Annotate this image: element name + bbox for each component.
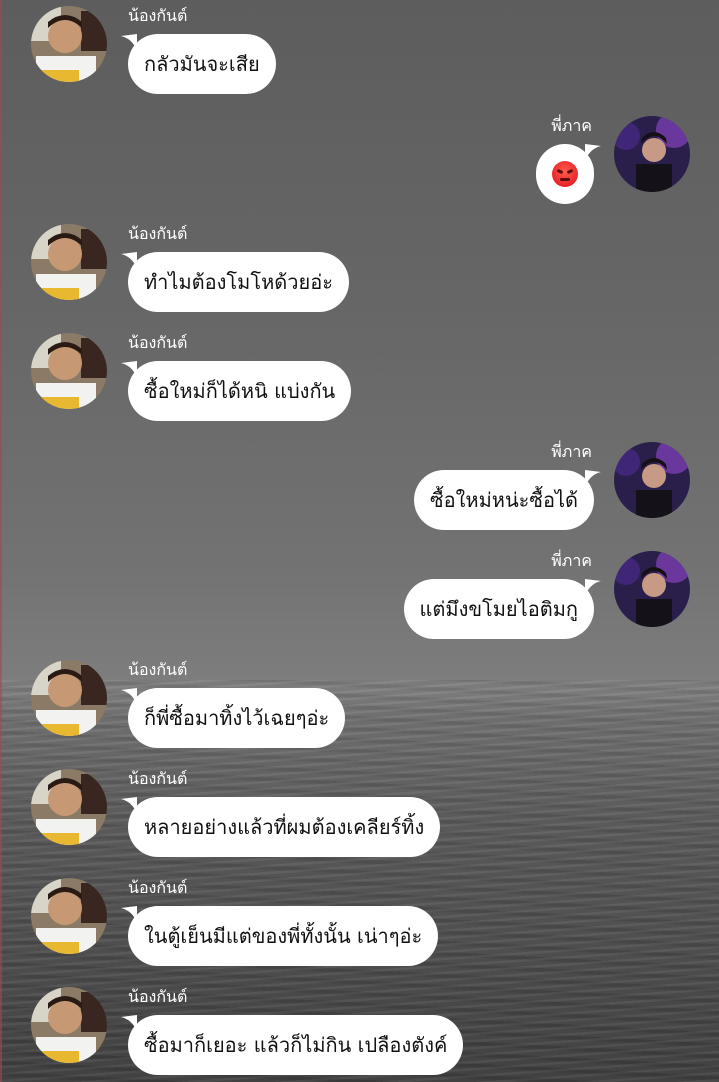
sender-name: พี่ภาค: [551, 551, 592, 570]
bubble-tail: [121, 1015, 137, 1031]
avatar-friend-photo: [31, 6, 107, 82]
message-bubble[interactable]: แต่มึงขโมยไอติมกู: [403, 579, 601, 639]
avatar-friend-photo: [31, 660, 107, 736]
message-text: แต่มึงขโมยไอติมกู: [419, 597, 579, 621]
bubble-tail: [121, 361, 137, 377]
bubble-tail: [121, 252, 137, 268]
bubble-tail: [121, 34, 137, 50]
window-edge: [0, 0, 2, 1082]
bubble-tail: [121, 797, 137, 813]
avatar-friend-photo: [31, 878, 107, 954]
sender-name: น้องกันต์: [128, 660, 188, 679]
message-bubble[interactable]: ทำไมต้องโมโหด้วยอ่ะ: [121, 252, 349, 312]
sender-name: น้องกันต์: [128, 987, 188, 1006]
message-text: ซื้อมาก็เยอะ แล้วก็ไม่กิน เปลืองตังค์: [144, 1033, 448, 1057]
avatar-friend[interactable]: [31, 769, 107, 845]
avatar-friend-photo: [31, 769, 107, 845]
message-text: หลายอย่างแล้วที่ผมต้องเคลียร์ทิ้ง: [144, 815, 425, 839]
message-text: ทำไมต้องโมโหด้วยอ่ะ: [144, 270, 333, 294]
sender-name: น้องกันต์: [128, 769, 188, 788]
avatar-friend[interactable]: [31, 987, 107, 1063]
bubble-tail: [121, 688, 137, 704]
message-bubble[interactable]: ก็พี่ซื้อมาทิ้งไว้เฉยๆอ่ะ: [121, 688, 346, 748]
bubble-tail: [121, 906, 137, 922]
avatar-friend[interactable]: [31, 224, 107, 300]
avatar-me[interactable]: [614, 551, 690, 627]
avatar-friend[interactable]: [31, 6, 107, 82]
sender-name: น้องกันต์: [128, 224, 188, 243]
sender-name: พี่ภาค: [551, 442, 592, 461]
avatar-friend[interactable]: [31, 878, 107, 954]
angry-face-icon: [552, 161, 578, 187]
avatar-friend-photo: [31, 987, 107, 1063]
avatar-friend[interactable]: [31, 660, 107, 736]
sender-name: พี่ภาค: [551, 116, 592, 135]
avatar-friend-photo: [31, 224, 107, 300]
message-text: ซื้อใหม่หน่ะซื้อได้: [430, 488, 578, 512]
message-bubble[interactable]: ในตู้เย็นมีแต่ของพี่ทั้งนั้น เน่าๆอ่ะ: [121, 906, 439, 966]
bubble-tail: [585, 144, 601, 160]
message-text: ซื้อใหม่ก็ได้หนิ แบ่งกัน: [144, 379, 336, 403]
sender-name: น้องกันต์: [128, 6, 188, 25]
message-text: ในตู้เย็นมีแต่ของพี่ทั้งนั้น เน่าๆอ่ะ: [144, 924, 423, 948]
avatar-me-photo: [614, 442, 690, 518]
bubble-tail: [585, 579, 601, 595]
message-bubble[interactable]: ซื้อมาก็เยอะ แล้วก็ไม่กิน เปลืองตังค์: [121, 1015, 464, 1075]
avatar-me-photo: [614, 116, 690, 192]
bubble-tail: [585, 470, 601, 486]
avatar-me[interactable]: [614, 442, 690, 518]
message-bubble[interactable]: กลัวมันจะเสีย: [121, 34, 276, 94]
message-bubble[interactable]: ซื้อใหม่หน่ะซื้อได้: [414, 470, 601, 530]
message-text: ก็พี่ซื้อมาทิ้งไว้เฉยๆอ่ะ: [144, 706, 330, 730]
avatar-me-photo: [614, 551, 690, 627]
sender-name: น้องกันต์: [128, 878, 188, 897]
message-text: กลัวมันจะเสีย: [144, 52, 260, 76]
message-bubble[interactable]: หลายอย่างแล้วที่ผมต้องเคลียร์ทิ้ง: [121, 797, 441, 857]
message-bubble[interactable]: ซื้อใหม่ก็ได้หนิ แบ่งกัน: [121, 361, 352, 421]
avatar-friend-photo: [31, 333, 107, 409]
avatar-friend[interactable]: [31, 333, 107, 409]
message-bubble[interactable]: [536, 144, 601, 204]
sender-name: น้องกันต์: [128, 333, 188, 352]
avatar-me[interactable]: [614, 116, 690, 192]
